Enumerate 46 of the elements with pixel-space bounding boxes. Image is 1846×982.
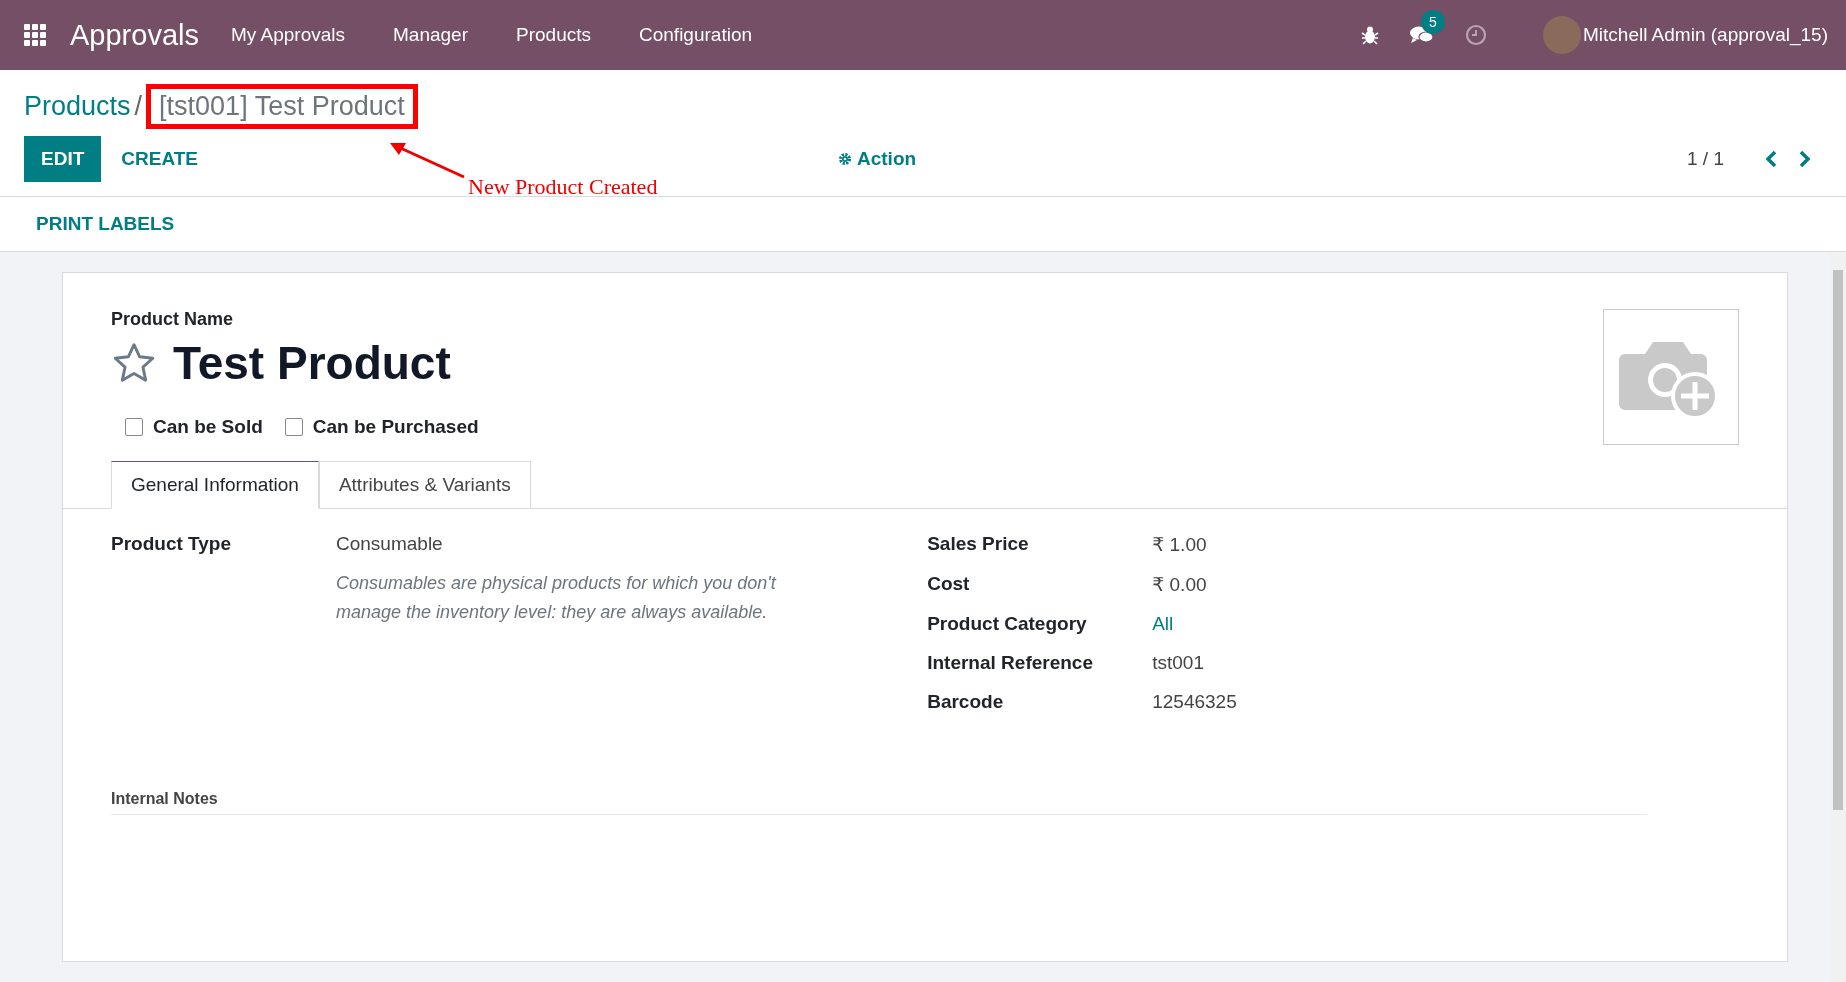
bug-icon[interactable] bbox=[1361, 25, 1379, 45]
checkbox-label[interactable]: Can be Sold bbox=[153, 416, 263, 438]
gear-icon bbox=[838, 152, 852, 166]
grid-menu-icon[interactable] bbox=[24, 24, 46, 46]
breadcrumb-current: [tst001] Test Product bbox=[146, 83, 418, 129]
menu-item[interactable]: Manager bbox=[393, 24, 468, 46]
chevron-right-icon bbox=[1798, 149, 1812, 169]
field-label: Barcode bbox=[927, 691, 1005, 713]
field-label: Product Name bbox=[111, 309, 235, 330]
breadcrumb-link[interactable]: Products bbox=[24, 90, 131, 122]
product-title: Test Product bbox=[173, 336, 451, 390]
clock-icon[interactable] bbox=[1465, 24, 1487, 46]
field-value: ₹ 0.00 bbox=[1152, 573, 1208, 596]
field-value: ₹ 1.00 bbox=[1152, 533, 1208, 556]
tab[interactable]: Attributes & Variants bbox=[318, 461, 531, 509]
checkbox[interactable] bbox=[284, 418, 303, 436]
edit-button[interactable]: EDIT bbox=[24, 136, 102, 182]
star-icon[interactable] bbox=[111, 342, 157, 384]
annotation-text: New Product Created bbox=[468, 174, 658, 200]
field-value: 12546325 bbox=[1152, 691, 1238, 713]
menu-item[interactable]: My Approvals bbox=[230, 24, 345, 46]
menu-item[interactable]: Products bbox=[516, 24, 591, 46]
action-button[interactable]: Action bbox=[818, 136, 937, 182]
breadcrumb-separator: / bbox=[134, 90, 143, 122]
field-label: Cost bbox=[927, 573, 971, 595]
checkbox[interactable] bbox=[125, 418, 143, 436]
field-label: Product Category bbox=[927, 613, 1088, 635]
scrollbar[interactable] bbox=[1830, 252, 1846, 982]
user-name[interactable]: Mitchell Admin (approval_15) bbox=[1583, 24, 1828, 46]
app-name[interactable]: Approvals bbox=[70, 18, 199, 52]
pager-counter: 1 / 1 bbox=[1687, 148, 1724, 170]
checkbox-label[interactable]: Can be Purchased bbox=[312, 416, 479, 438]
field-label: Internal Reference bbox=[927, 652, 1094, 674]
help-text: Consumables are physical products for which you don't manage the inventory level: they are always available. bbox=[336, 572, 778, 624]
field-value: Consumable bbox=[336, 533, 443, 554]
field-link[interactable]: All bbox=[1152, 613, 1739, 635]
create-button[interactable]: CREATE bbox=[101, 136, 218, 182]
message-count-badge: 5 bbox=[1421, 10, 1445, 34]
section-label: Internal Notes bbox=[111, 790, 218, 807]
field-label: Product Type bbox=[111, 533, 232, 555]
chevron-left-icon bbox=[1764, 149, 1778, 169]
tab[interactable]: General Information bbox=[111, 461, 319, 509]
menu-item[interactable]: Configuration bbox=[639, 24, 753, 46]
print-labels-button[interactable]: PRINT LABELS bbox=[16, 201, 195, 247]
field-label: Sales Price bbox=[927, 533, 1030, 555]
field-value: tst001 bbox=[1152, 652, 1205, 674]
